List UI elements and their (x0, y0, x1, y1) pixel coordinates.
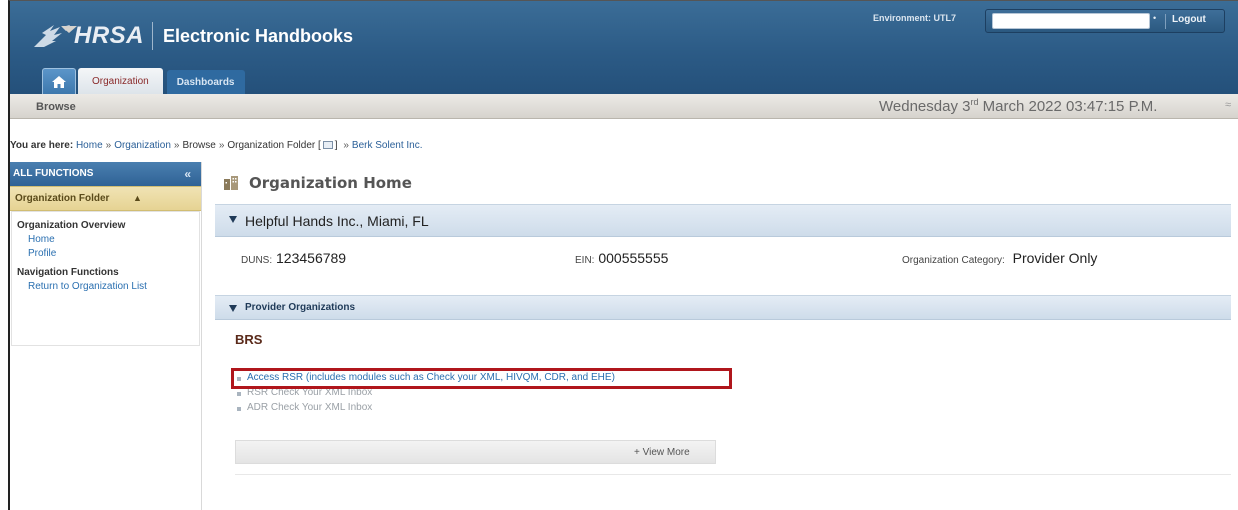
breadcrumb-berk-solent[interactable]: Berk Solent Inc. (352, 140, 423, 151)
dropdown-bullet-icon: • (1153, 13, 1157, 23)
bullet-icon (237, 407, 241, 411)
caret-down-icon (229, 305, 237, 312)
breadcrumb-organization-folder: Organization Folder [ (227, 140, 321, 151)
sidebar-folder-label: Organization Folder (15, 193, 110, 204)
breadcrumb-separator: » (218, 140, 225, 151)
ein-field: EIN: 000555555 (575, 250, 668, 266)
browse-notch (61, 26, 77, 33)
category-label: Organization Category: (902, 255, 1005, 266)
duns-field: DUNS: 123456789 (241, 250, 346, 266)
environment-label: Environment: UTL7 (873, 13, 957, 23)
toolbar-divider (1165, 14, 1166, 29)
bullet-icon (237, 392, 241, 396)
category-value: Provider Only (1012, 250, 1098, 266)
home-icon (52, 75, 66, 88)
ein-value: 000555555 (598, 250, 669, 266)
breadcrumb-home[interactable]: Home (76, 140, 103, 151)
browse-tab[interactable]: Browse (36, 101, 76, 113)
sidebar-folder-header[interactable]: Organization Folder ▲ (10, 186, 201, 211)
app-window: HRSA Electronic Handbooks Environment: U… (8, 0, 1238, 510)
user-dropdown[interactable] (992, 13, 1150, 29)
ein-label: EIN: (575, 255, 595, 266)
org-section-header[interactable]: Helpful Hands Inc., Miami, FL (215, 204, 1231, 237)
view-more-bar: + View More (235, 440, 716, 464)
caret-up-icon: ▲ (133, 193, 142, 203)
logo-divider (152, 22, 154, 50)
brs-heading: BRS (235, 332, 263, 347)
collapse-sidebar-icon[interactable]: « (184, 167, 191, 181)
breadcrumb-prefix: You are here: (10, 140, 74, 151)
category-field: Organization Category: Provider Only (902, 250, 1097, 266)
datetime-rest: March 2022 03:47:15 P.M. (978, 98, 1158, 115)
page-title: Organization Home (249, 174, 412, 192)
org-info-row: DUNS: 123456789 EIN: 000555555 Organizat… (215, 237, 1231, 275)
tab-organization[interactable]: Organization (78, 68, 163, 94)
folder-icon[interactable] (322, 141, 333, 149)
duns-value: 123456789 (276, 250, 347, 266)
logout-button[interactable]: Logout (1172, 14, 1206, 25)
breadcrumb-browse: Browse (182, 140, 216, 151)
sidebar-item-home[interactable]: Home (12, 231, 199, 245)
subnav-bar: Browse Wednesday 3rd March 2022 03:47:15… (10, 94, 1238, 119)
breadcrumb: You are here: Home» Organization» Browse» O… (10, 140, 423, 151)
adr-check-xml-link[interactable]: ADR Check Your XML Inbox (237, 402, 615, 417)
sidebar-item-profile[interactable]: Profile (12, 245, 199, 259)
building-icon (224, 176, 238, 190)
app-title: Electronic Handbooks (163, 25, 354, 46)
caret-down-icon (229, 216, 237, 223)
breadcrumb-separator: » (173, 140, 180, 151)
current-datetime: Wednesday 3rd March 2022 03:47:15 P.M. (879, 97, 1157, 115)
home-tab[interactable] (42, 68, 76, 94)
sidebar-header: ALL FUNCTIONS « (10, 162, 201, 186)
sidebar-group-title: Organization Overview (17, 220, 126, 231)
breadcrumb-separator: » (343, 140, 349, 151)
hrsa-logo[interactable]: HRSA Electronic Handbooks (32, 19, 353, 53)
user-toolbar: • Logout (985, 9, 1225, 33)
breadcrumb-organization[interactable]: Organization (114, 140, 171, 151)
breadcrumb-separator: » (105, 140, 112, 151)
top-nav: Organization Dashboards (42, 65, 245, 94)
provider-section-header[interactable]: Provider Organizations (215, 295, 1231, 320)
sidebar-item-return-to-list[interactable]: Return to Organization List (12, 278, 199, 292)
adr-check-xml-label: ADR Check Your XML Inbox (247, 402, 373, 413)
left-sidebar: ALL FUNCTIONS « Organization Folder ▲ Or… (10, 162, 202, 510)
rsr-check-xml-link[interactable]: RSR Check Your XML Inbox (237, 387, 615, 402)
provider-section-title: Provider Organizations (245, 302, 356, 313)
divider (235, 474, 1231, 475)
logo-text: HRSA (74, 22, 145, 49)
highlight-annotation (231, 368, 732, 389)
duns-label: DUNS: (241, 255, 273, 266)
org-section-title: Helpful Hands Inc., Miami, FL (245, 213, 429, 229)
sidebar-title: ALL FUNCTIONS (13, 168, 94, 179)
collapse-header-icon[interactable]: ≈ (1225, 99, 1231, 111)
view-more-button[interactable]: + View More (634, 447, 690, 458)
sidebar-group-title: Navigation Functions (17, 267, 119, 278)
datetime-weekday: Wednesday 3 (879, 98, 971, 115)
header: HRSA Electronic Handbooks Environment: U… (10, 1, 1238, 94)
page-title-row: Organization Home (223, 174, 412, 192)
tab-dashboards[interactable]: Dashboards (166, 70, 245, 94)
breadcrumb-folder-close: ] (334, 140, 341, 151)
sidebar-panel: Organization Overview Home Profile Navig… (11, 211, 200, 346)
